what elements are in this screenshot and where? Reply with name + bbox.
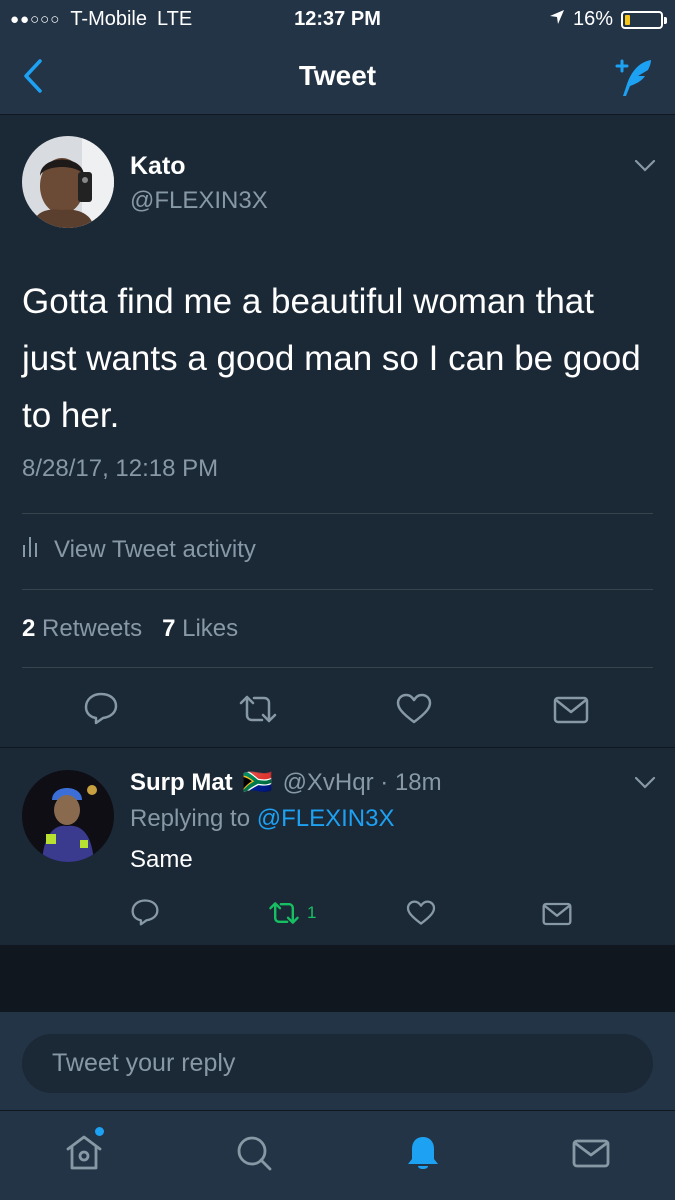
divider [22, 667, 653, 668]
like-count: 7 [162, 615, 176, 642]
tweet-reply-input[interactable] [22, 1034, 653, 1093]
messages-icon [571, 1139, 611, 1177]
retweet-icon[interactable] [238, 693, 278, 730]
like-icon[interactable] [396, 693, 432, 730]
home-icon [64, 1127, 104, 1178]
divider [22, 513, 653, 514]
battery-icon [621, 10, 667, 29]
reply-retweet-count: 1 [307, 903, 317, 922]
engagement-counts: 2 Retweets 7 Likes [22, 615, 238, 643]
replying-prefix: Replying to [130, 805, 251, 832]
tab-search[interactable] [234, 1133, 274, 1178]
reply-icon[interactable] [130, 898, 160, 931]
chevron-down-icon[interactable] [634, 776, 656, 795]
flag-emoji: 🇿🇦 [242, 769, 273, 796]
page-title: Tweet [298, 60, 377, 91]
divider [22, 589, 653, 590]
tab-notifications[interactable] [403, 1133, 443, 1178]
battery-level [625, 14, 630, 25]
reply-icon[interactable] [83, 691, 119, 730]
empty-area [0, 946, 675, 1012]
compose-tweet-icon[interactable] [611, 54, 657, 105]
reply-handle-time: @XvHqr · 18m [282, 768, 442, 796]
retweets-count-link[interactable]: 2 Retweets [22, 615, 142, 642]
status-bar: ●●○○○ T-Mobile LTE 12:37 PM 16% [0, 0, 675, 38]
reply-composer [0, 1012, 675, 1110]
replying-to-line: Replying to @FLEXIN3X [130, 805, 395, 833]
status-right: 16% [549, 8, 667, 31]
tweet-text: Gotta find me a beautiful woman that jus… [22, 282, 641, 435]
direct-message-icon[interactable] [553, 696, 589, 729]
tab-messages[interactable] [571, 1133, 611, 1178]
tweet-timestamp: 8/28/17, 12:18 PM [22, 455, 219, 482]
reply-text: Same [130, 846, 193, 873]
notifications-icon [403, 1137, 443, 1177]
tab-home[interactable] [64, 1127, 104, 1178]
location-arrow-icon [549, 8, 565, 31]
retweet-label: Retweets [42, 615, 143, 642]
author-name[interactable]: Kato [130, 152, 186, 181]
reply-author-avatar[interactable] [22, 770, 114, 862]
battery-percent: 16% [572, 8, 613, 30]
new-content-indicator [95, 1127, 104, 1136]
like-label: Likes [182, 615, 239, 642]
view-activity-link[interactable]: View Tweet activity [22, 535, 256, 564]
reply-tweet[interactable]: Surp Mat 🇿🇦 @XvHqr · 18m Replying to @FL… [0, 748, 675, 946]
author-avatar[interactable] [22, 136, 114, 228]
likes-count-link[interactable]: 7 Likes [162, 615, 238, 642]
retweet-icon[interactable] [268, 900, 300, 931]
tab-bar [0, 1110, 675, 1200]
replying-to-mention[interactable]: @FLEXIN3X [257, 805, 395, 832]
search-icon [234, 1136, 274, 1177]
view-activity-label: View Tweet activity [54, 535, 256, 563]
analytics-icon [22, 535, 40, 564]
retweet-count: 2 [22, 615, 36, 642]
main-tweet: Kato @FLEXIN3X Gotta find me a beautiful… [0, 115, 675, 748]
like-icon[interactable] [406, 900, 436, 931]
nav-bar: Tweet [0, 38, 675, 115]
reply-author-line[interactable]: Surp Mat 🇿🇦 @XvHqr · 18m [130, 768, 442, 797]
author-handle[interactable]: @FLEXIN3X [130, 187, 268, 215]
chevron-down-icon[interactable] [634, 159, 656, 178]
direct-message-icon[interactable] [542, 902, 572, 931]
reply-author-name: Surp Mat [130, 768, 233, 796]
